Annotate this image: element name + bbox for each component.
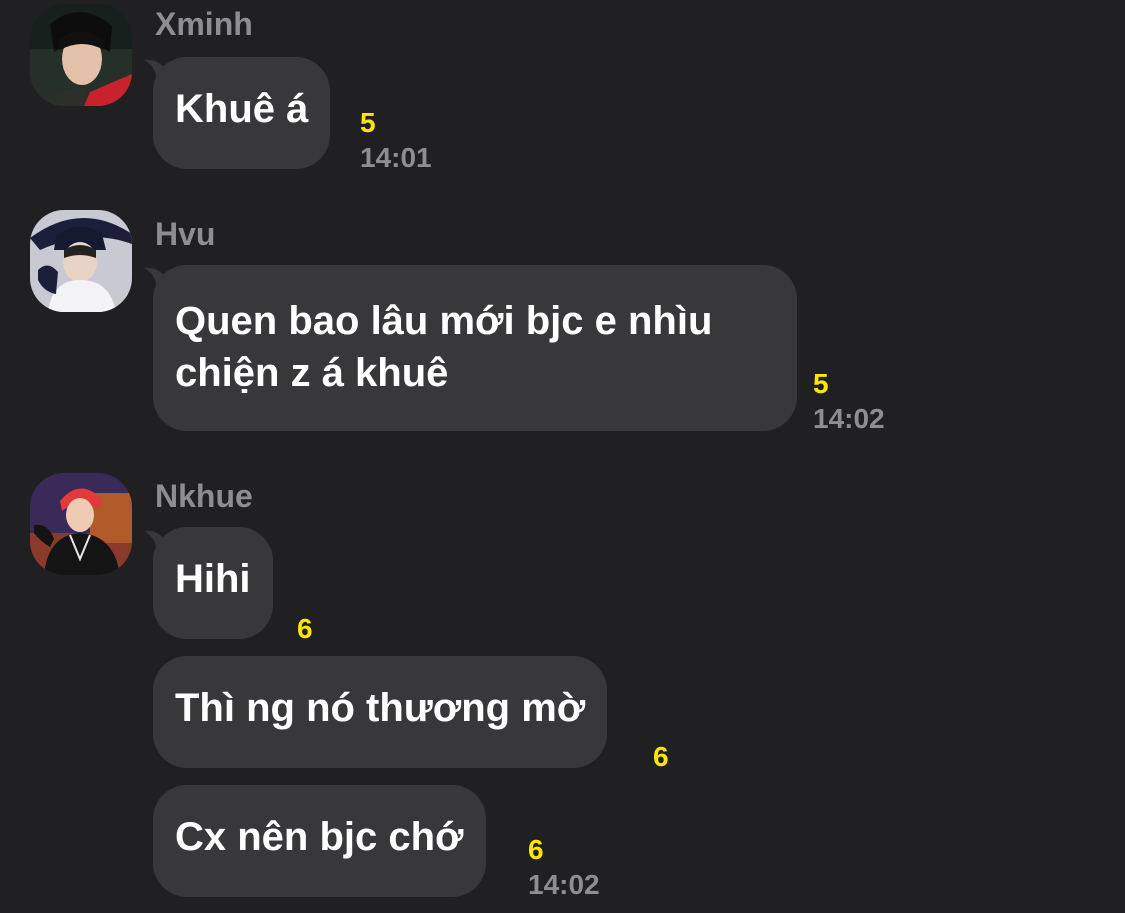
avatar-icon [30,473,132,575]
message-text: Cx nên bjc chớ [175,815,464,859]
message-time: 14:01 [360,142,432,173]
message-bubble[interactable]: Quen bao lâu mới bjc e nhìu chiện z á kh… [153,265,797,431]
message-text: Hihi [175,557,251,601]
unread-count: 6 [297,613,313,644]
avatar-hvu[interactable] [30,210,132,312]
message-time: 14:02 [528,869,600,900]
message-bubble[interactable]: Thì ng nó thương mờ [153,656,608,768]
unread-count: 5 [813,368,829,399]
sender-name: Xminh [155,6,253,42]
avatar-icon [30,210,132,312]
message-time: 14:02 [813,403,885,434]
message-bubble[interactable]: Khuê á [153,57,331,169]
message-text: Khuê á [175,87,309,131]
message-bubble[interactable]: Cx nên bjc chớ [153,785,486,897]
sender-name: Nkhue [155,478,253,514]
message-text-line: Quen bao lâu mới bjc e nhìu [175,299,713,343]
message-text-line: chiện z á khuê [175,351,449,395]
avatar-icon [30,4,132,106]
sender-name: Hvu [155,216,216,252]
avatar-xminh[interactable] [30,4,132,106]
message-bubble[interactable]: Hihi [153,527,273,639]
avatar-nkhue[interactable] [30,473,132,575]
message-text: Thì ng nó thương mờ [175,686,586,730]
unread-count: 6 [528,834,544,865]
unread-count: 6 [653,741,669,772]
chat-view: Xminh Khuê á 5 14:01 Hvu Quen bao lâu mớ… [0,0,1125,913]
unread-count: 5 [360,107,376,138]
